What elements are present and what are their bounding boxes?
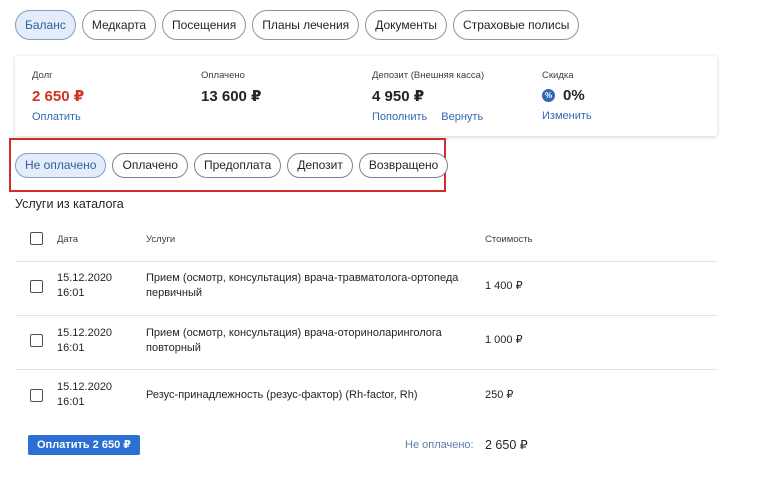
column-header-price: Стоимость [485, 234, 533, 245]
patient-tabs: Баланс Медкарта Посещения Планы лечения … [15, 10, 580, 40]
deposit-value: 4 950 ₽ [372, 88, 425, 105]
filter-unpaid[interactable]: Не оплачено [15, 153, 107, 178]
filter-returned[interactable]: Возвращено [358, 153, 449, 178]
filter-paid[interactable]: Оплачено [112, 153, 188, 178]
row-price: 1 000 ₽ [485, 334, 523, 346]
paid-label: Оплачено [201, 70, 245, 81]
select-all-checkbox[interactable] [30, 232, 43, 245]
tab-insurance-policies[interactable]: Страховые полисы [453, 10, 580, 40]
paid-block: Оплачено 13 600 ₽ [201, 70, 261, 105]
row-price: 1 400 ₽ [485, 280, 523, 292]
column-header-date: Дата [57, 234, 79, 245]
tab-medcard[interactable]: Медкарта [81, 10, 157, 40]
pay-debt-link[interactable]: Оплатить [32, 111, 81, 123]
discount-value: 0% [563, 87, 585, 104]
deposit-label: Депозит (Внешняя касса) [372, 70, 485, 81]
unpaid-total-label: Не оплачено: [405, 439, 474, 451]
section-title: Услуги из каталога [15, 197, 124, 211]
row-price: 250 ₽ [485, 389, 514, 401]
deposit-return-link[interactable]: Вернуть [441, 111, 483, 123]
row-service: Резус-принадлежность (резус-фактор) (Rh-… [146, 389, 418, 401]
row-checkbox[interactable] [30, 280, 43, 293]
row-service: Прием (осмотр, консультация) врача-травм… [146, 272, 459, 299]
unpaid-total-value: 2 650 ₽ [485, 438, 528, 452]
row-date: 15.12.2020 16:01 [57, 327, 113, 354]
column-header-service: Услуги [146, 234, 176, 245]
tab-treatment-plans[interactable]: Планы лечения [252, 10, 360, 40]
table-row: 15.12.2020 16:01 Резус-принадлежность (р… [0, 370, 766, 424]
table-row: 15.12.2020 16:01 Прием (осмотр, консульт… [0, 262, 766, 316]
table-row: 15.12.2020 16:01 Прием (осмотр, консульт… [0, 316, 766, 370]
pay-button[interactable]: Оплатить 2 650 ₽ [28, 435, 140, 455]
tab-visits[interactable]: Посещения [162, 10, 247, 40]
discount-change-link[interactable]: Изменить [542, 110, 592, 122]
payment-status-filters: Не оплачено Оплачено Предоплата Депозит … [15, 153, 449, 178]
paid-value: 13 600 ₽ [201, 88, 262, 105]
deposit-block: Депозит (Внешняя касса) 4 950 ₽ Пополнит… [372, 70, 484, 123]
row-checkbox[interactable] [30, 334, 43, 347]
debt-label: Долг [32, 70, 53, 81]
filter-deposit[interactable]: Депозит [287, 153, 353, 178]
debt-block: Долг 2 650 ₽ Оплатить [32, 70, 84, 123]
row-service: Прием (осмотр, консультация) врача-отори… [146, 327, 442, 354]
discount-block: Скидка % 0% Изменить [542, 70, 592, 122]
row-checkbox[interactable] [30, 389, 43, 402]
filter-prepayment[interactable]: Предоплата [193, 153, 282, 178]
row-date: 15.12.2020 16:01 [57, 272, 113, 299]
tab-balance[interactable]: Баланс [15, 10, 76, 40]
tab-documents[interactable]: Документы [365, 10, 448, 40]
row-date: 15.12.2020 16:01 [57, 381, 113, 408]
balance-summary-card: Долг 2 650 ₽ Оплатить Оплачено 13 600 ₽ … [15, 56, 717, 136]
discount-label: Скидка [542, 70, 574, 81]
deposit-topup-link[interactable]: Пополнить [372, 111, 427, 123]
percent-icon: % [542, 89, 555, 102]
debt-value: 2 650 ₽ [32, 88, 85, 105]
